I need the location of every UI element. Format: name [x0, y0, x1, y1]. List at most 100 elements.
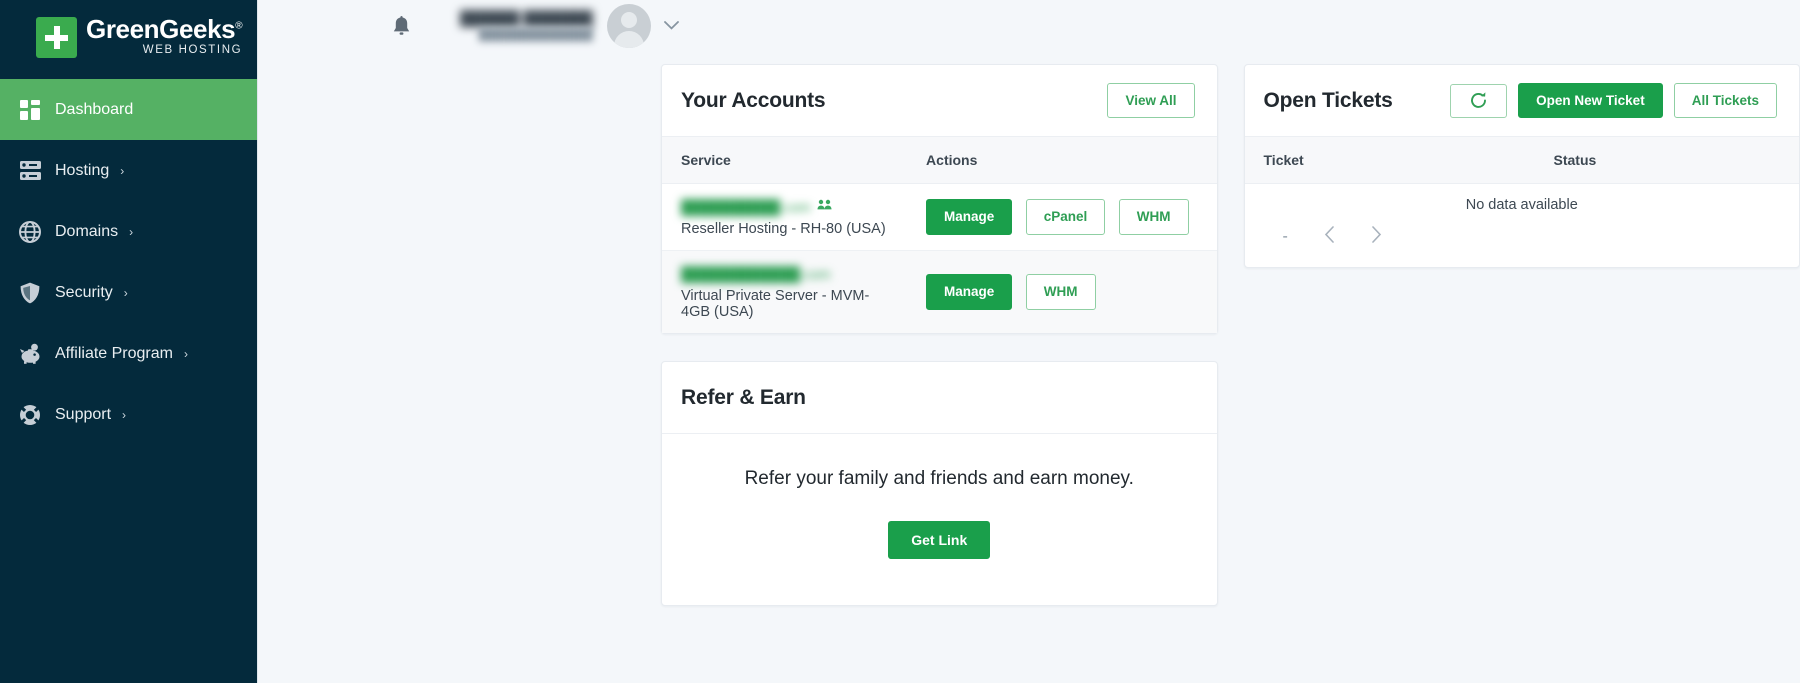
service-plan: Virtual Private Server - MVM-4GB (USA) [681, 288, 888, 320]
bell-icon[interactable] [388, 13, 414, 39]
chevron-right-icon[interactable] [1371, 226, 1382, 247]
brand-logo[interactable]: GreenGeeks® WEB HOSTING [0, 0, 257, 75]
column-header-service: Service [662, 137, 907, 184]
column-header-status: Status [1535, 137, 1800, 184]
refer-card-body: Refer your family and friends and earn m… [662, 434, 1217, 605]
tickets-table-head: Ticket Status [1245, 137, 1800, 184]
chevron-right-icon: › [124, 287, 128, 299]
cpanel-button[interactable]: cPanel [1026, 199, 1106, 235]
refresh-icon[interactable] [1450, 84, 1507, 118]
domain-name: ████████████.com [681, 266, 830, 282]
table-row: ██████████.com Reseller Hosting - RH-80 … [662, 184, 1217, 251]
user-menu[interactable]: ██████ ███████ ██████████████ [460, 4, 679, 48]
main-area: ██████ ███████ ██████████████ Yo [258, 0, 1800, 683]
manage-button[interactable]: Manage [926, 199, 1012, 235]
card-spacer [661, 334, 1218, 361]
no-data-message: No data available [1245, 184, 1800, 227]
brand-logo-text: GreenGeeks® WEB HOSTING [86, 16, 242, 59]
card-header: Open Tickets Open New Ticket All Tickets [1245, 65, 1800, 137]
chevron-right-icon: › [184, 348, 188, 360]
table-row: ████████████.com Virtual Private Server … [662, 251, 1217, 334]
domain-name: ██████████.com [681, 199, 811, 215]
users-icon [817, 198, 832, 216]
sidebar-item-domains[interactable]: Domains › [0, 201, 257, 262]
brand-name: GreenGeeks® [86, 16, 242, 42]
all-tickets-button[interactable]: All Tickets [1674, 83, 1777, 119]
chevron-right-icon: › [122, 409, 126, 421]
server-icon [13, 158, 47, 184]
sidebar-item-label: Hosting [55, 162, 109, 180]
sidebar-item-affiliate-program[interactable]: Affiliate Program › [0, 323, 257, 384]
dashboard-content: Your Accounts View All Service Actions [258, 52, 1800, 606]
column-header-actions: Actions [907, 137, 1216, 184]
chevron-left-icon[interactable] [1324, 226, 1335, 247]
left-column: Your Accounts View All Service Actions [661, 64, 1218, 606]
tickets-table-body: No data available [1245, 184, 1800, 227]
service-cell: ██████████.com Reseller Hosting - RH-80 … [662, 184, 907, 251]
sidebar-item-label: Affiliate Program [55, 345, 173, 363]
service-plan: Reseller Hosting - RH-80 (USA) [681, 221, 888, 237]
table-header-row: Service Actions [662, 137, 1217, 184]
manage-button[interactable]: Manage [926, 274, 1012, 310]
actions-cell: Manage cPanel WHM [907, 184, 1216, 251]
brand-tagline: WEB HOSTING [86, 45, 242, 57]
page-title: Your Accounts [681, 89, 825, 113]
globe-icon [13, 219, 47, 245]
sidebar-item-label: Security [55, 284, 113, 302]
tickets-pagination: - [1245, 226, 1800, 267]
shield-icon [13, 280, 47, 306]
column-header-ticket: Ticket [1245, 137, 1535, 184]
sidebar-item-label: Support [55, 406, 111, 424]
piggy-bank-icon [13, 341, 47, 367]
accounts-table-head: Service Actions [662, 137, 1217, 184]
service-cell: ████████████.com Virtual Private Server … [662, 251, 907, 334]
sidebar-item-security[interactable]: Security › [0, 262, 257, 323]
app-root: GreenGeeks® WEB HOSTING Dashboard Hostin… [0, 0, 1800, 683]
chevron-right-icon: › [120, 165, 124, 177]
sidebar-item-support[interactable]: Support › [0, 384, 257, 445]
get-link-button[interactable]: Get Link [888, 521, 990, 559]
tickets-table: Ticket Status No data available [1245, 137, 1800, 226]
accounts-table: Service Actions ██████████.com [662, 137, 1217, 333]
sidebar-item-label: Domains [55, 223, 118, 241]
card-header-actions: Open New Ticket All Tickets [1450, 83, 1777, 119]
table-header-row: Ticket Status [1245, 137, 1800, 184]
user-identity: ██████ ███████ ██████████████ [460, 10, 593, 42]
sidebar-item-label: Dashboard [55, 101, 133, 119]
user-avatar-icon[interactable] [607, 4, 651, 48]
domain-row: ████████████.com [681, 264, 888, 284]
topbar: ██████ ███████ ██████████████ [258, 0, 1800, 52]
refer-description: Refer your family and friends and earn m… [662, 468, 1217, 490]
refer-card-title: Refer & Earn [681, 386, 806, 410]
avatar-body [614, 31, 644, 48]
pagination-count: - [1283, 229, 1288, 245]
actions-cell: Manage WHM [907, 251, 1216, 334]
card-header: Refer & Earn [662, 362, 1217, 434]
domain-row: ██████████.com [681, 197, 888, 217]
sidebar: GreenGeeks® WEB HOSTING Dashboard Hostin… [0, 0, 258, 683]
sidebar-item-hosting[interactable]: Hosting › [0, 140, 257, 201]
sidebar-item-dashboard[interactable]: Dashboard [0, 79, 257, 140]
whm-button[interactable]: WHM [1026, 274, 1096, 310]
user-name: ██████ ███████ [460, 10, 593, 28]
chevron-down-icon[interactable] [664, 17, 679, 35]
your-accounts-card: Your Accounts View All Service Actions [661, 64, 1218, 334]
card-header-actions: View All [1107, 83, 1194, 119]
refer-and-earn-card: Refer & Earn Refer your family and frien… [661, 361, 1218, 606]
card-header: Your Accounts View All [662, 65, 1217, 137]
whm-button[interactable]: WHM [1119, 199, 1189, 235]
open-new-ticket-button[interactable]: Open New Ticket [1518, 83, 1663, 119]
chevron-right-icon: › [129, 226, 133, 238]
view-all-button[interactable]: View All [1107, 83, 1194, 119]
open-tickets-card: Open Tickets Open New Ticket All Tickets [1244, 64, 1800, 268]
plus-icon [36, 17, 77, 58]
user-email: ██████████████ [460, 28, 593, 42]
avatar-head [621, 12, 637, 28]
accounts-table-body: ██████████.com Reseller Hosting - RH-80 … [662, 184, 1217, 334]
registered-mark: ® [235, 21, 242, 32]
tickets-card-title: Open Tickets [1264, 89, 1393, 113]
right-column: Open Tickets Open New Ticket All Tickets [1244, 64, 1800, 268]
sidebar-nav: Dashboard Hosting › Domains › [0, 79, 257, 445]
grid-dashboard-icon [13, 97, 47, 123]
refer-action-row: Get Link [662, 521, 1217, 559]
